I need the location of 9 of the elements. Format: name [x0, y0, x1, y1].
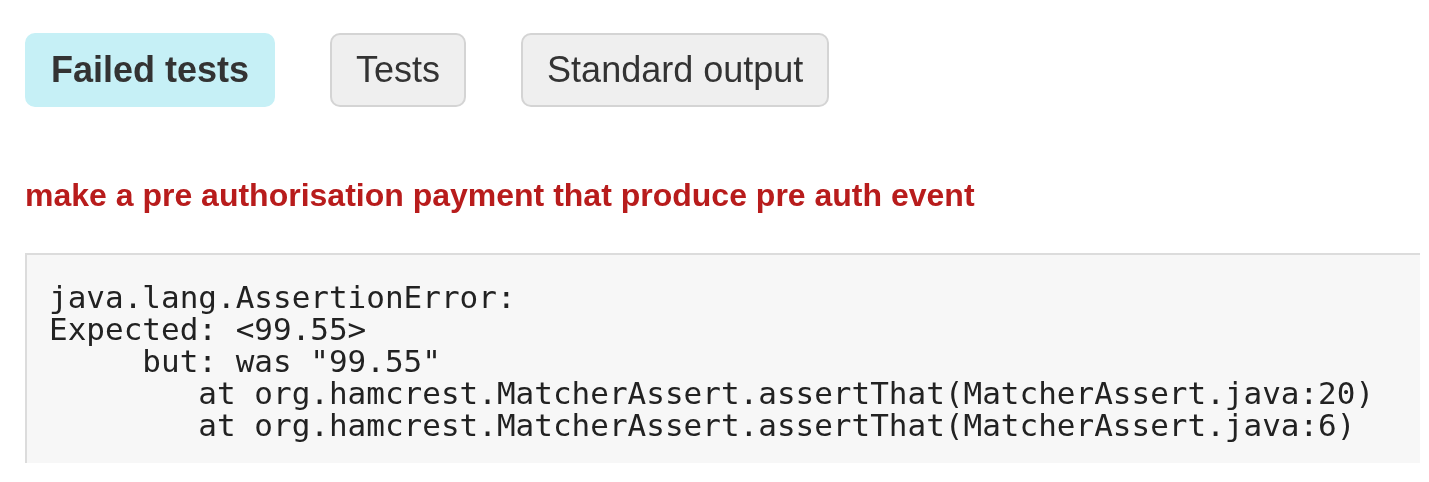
tab[interactable]: Failed tests	[25, 33, 276, 107]
tab[interactable]: Standard output	[521, 33, 830, 107]
output-line: at org.hamcrest.MatcherAssert.assertThat(MatcherAssert.java:20)	[197, 377, 1375, 409]
test-name-heading: make a pre authorisation payment that produce pre auth event	[25, 176, 976, 215]
output-line: java.lang.AssertionError:	[49, 281, 516, 313]
output-line: but: was "99.55"	[142, 345, 441, 377]
tab[interactable]: Tests	[330, 33, 467, 107]
output-line: at org.hamcrest.MatcherAssert.assertThat(MatcherAssert.java:6)	[197, 409, 1356, 441]
output-line: Expected: <99.55>	[49, 313, 367, 345]
